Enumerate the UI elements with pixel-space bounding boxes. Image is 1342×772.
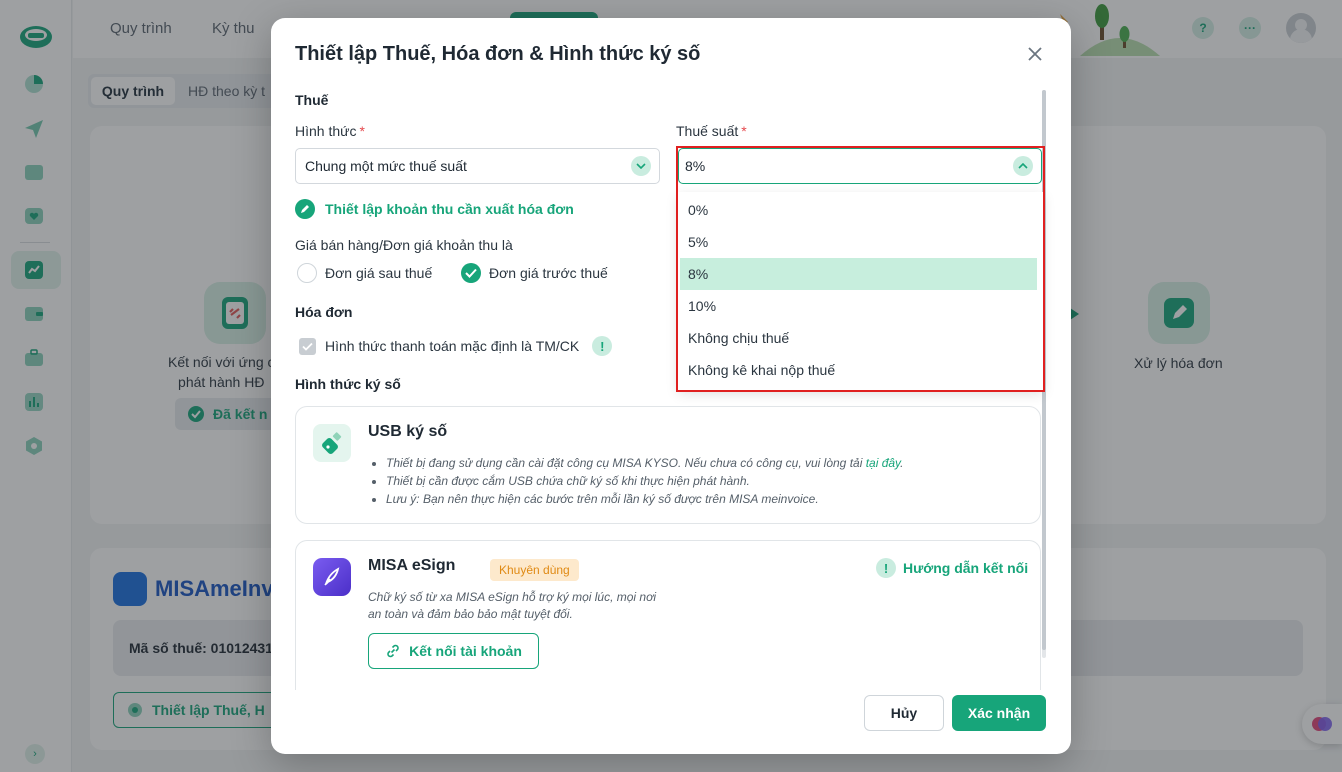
rate-option-8-selected[interactable]: 8% [680, 258, 1037, 290]
tax-rate-value: 8% [685, 158, 706, 174]
close-icon[interactable] [1025, 44, 1045, 64]
tax-settings-modal: Thiết lập Thuế, Hóa đơn & Hình thức ký s… [271, 18, 1071, 754]
checkbox-disabled-checked[interactable] [299, 337, 316, 355]
tax-rate-dropdown: 0% 5% 8% 10% Không chịu thuế Không kê kh… [678, 192, 1043, 390]
rate-option-not-declared[interactable]: Không kê khai nộp thuế [680, 354, 1037, 386]
default-payment-checkbox[interactable]: Hình thức thanh toán mặc định là TM/CK ! [299, 336, 613, 356]
modal-title: Thiết lập Thuế, Hóa đơn & Hình thức ký s… [295, 43, 701, 65]
rate-option-10[interactable]: 10% [680, 290, 1037, 322]
confirm-button[interactable]: Xác nhận [952, 695, 1046, 731]
rate-option-not-taxable[interactable]: Không chịu thuế [680, 322, 1037, 354]
tax-section-title: Thuế [295, 92, 329, 108]
price-mode-label: Giá bán hàng/Đơn giá khoản thu là [295, 237, 513, 253]
chevron-up-icon [1013, 156, 1033, 176]
esign-description: Chữ ký số từ xa MISA eSign hỗ trợ ký mọi… [368, 590, 657, 621]
sign-section-title: Hình thức ký số [295, 376, 401, 392]
form-type-label: Hình thức * [295, 123, 365, 139]
setup-revenue-link[interactable]: Thiết lập khoản thu cần xuất hóa đơn [295, 199, 574, 219]
esign-feather-icon [313, 558, 351, 596]
pencil-icon [295, 199, 315, 219]
radio-unchecked[interactable] [297, 263, 317, 283]
link-icon [387, 644, 399, 658]
download-link[interactable]: tại đây [866, 456, 900, 470]
tax-rate-select[interactable]: 8% [678, 148, 1042, 184]
usb-bullet-2: Thiết bị cần được cắm USB chứa chữ ký số… [386, 472, 904, 490]
info-icon[interactable]: ! [592, 336, 613, 356]
invoice-section-title: Hóa đơn [295, 304, 353, 320]
connect-account-button[interactable]: Kết nối tài khoản [368, 633, 539, 669]
connection-guide-link[interactable]: ! Hướng dẫn kết nối [876, 558, 1028, 578]
cancel-button[interactable]: Hủy [864, 695, 944, 731]
radio-before-tax[interactable]: Đơn giá trước thuế [461, 263, 608, 283]
radio-after-tax[interactable]: Đơn giá sau thuế [297, 263, 432, 283]
info-icon: ! [876, 558, 896, 578]
esign-card[interactable]: MISA eSign Khuyên dùng ! Hướng dẫn kết n… [295, 540, 1041, 690]
esign-title: MISA eSign [368, 557, 456, 574]
usb-instructions: Thiết bị đang sử dụng cần cài đặt công c… [386, 454, 904, 508]
usb-bullet-1: Thiết bị đang sử dụng cần cài đặt công c… [386, 454, 904, 472]
chevron-down-icon [631, 156, 651, 176]
form-type-value: Chung một mức thuế suất [305, 158, 467, 174]
radio-checked-icon[interactable] [461, 263, 481, 283]
tax-rate-label: Thuế suất * [676, 123, 747, 139]
usb-title: USB ký số [368, 423, 448, 440]
form-type-select[interactable]: Chung một mức thuế suất [295, 148, 660, 184]
usb-icon [313, 424, 351, 462]
recommended-badge: Khuyên dùng [490, 559, 579, 581]
rate-option-5[interactable]: 5% [680, 226, 1037, 258]
usb-bullet-3: Lưu ý: Bạn nên thực hiện các bước trên m… [386, 490, 904, 508]
usb-sign-card[interactable]: USB ký số Thiết bị đang sử dụng cần cài … [295, 406, 1041, 524]
rate-option-0[interactable]: 0% [680, 194, 1037, 226]
